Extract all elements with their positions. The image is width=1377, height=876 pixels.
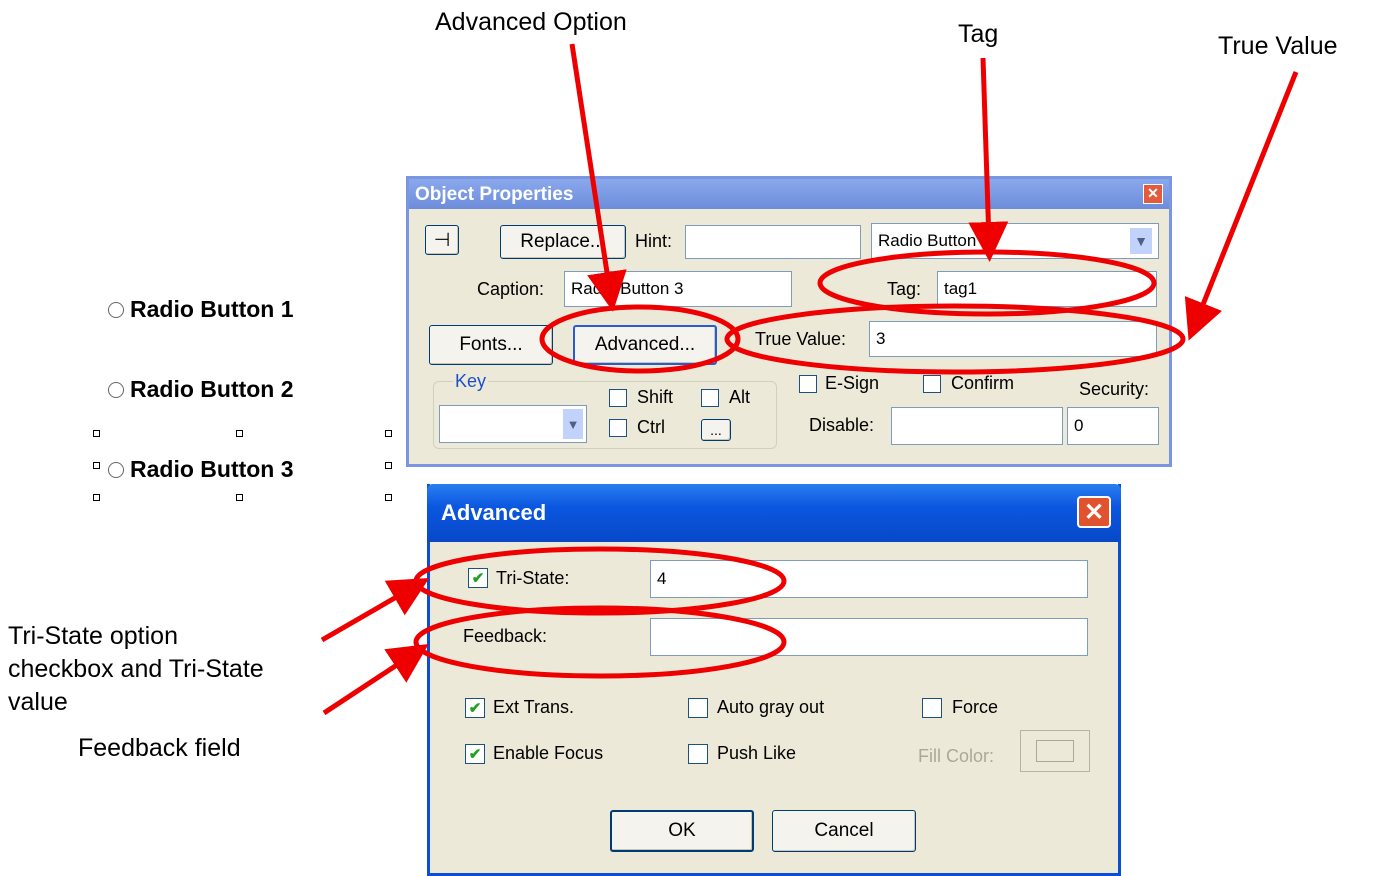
arrow-feedback [322, 643, 429, 716]
arrow-tag [968, 57, 1009, 262]
annotation-overlay [320, 43, 1299, 716]
highlight-tristate [413, 546, 787, 616]
arrow-tristate [320, 577, 430, 643]
arrow-advanced-option [569, 43, 627, 312]
highlight-feedback [413, 605, 787, 679]
highlight-advanced-button [539, 304, 741, 374]
arrow-true-value [1184, 71, 1299, 341]
